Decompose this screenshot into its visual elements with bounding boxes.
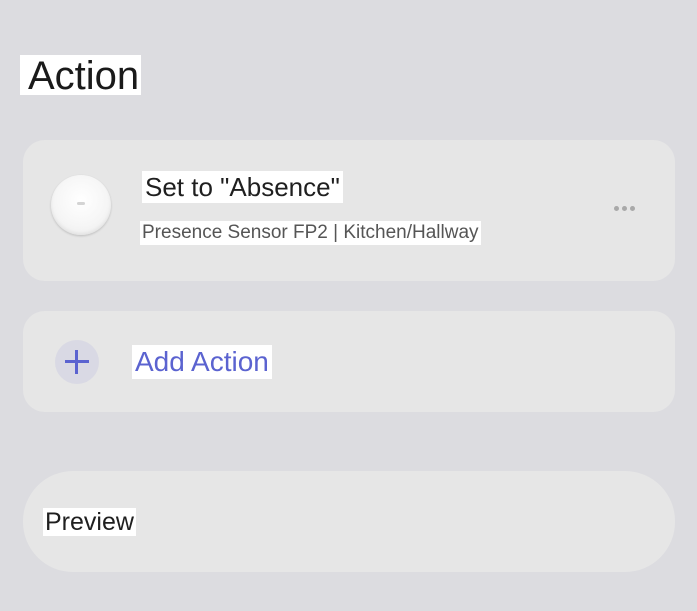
add-action-button[interactable]: Add Action [23, 311, 675, 412]
plus-icon [55, 340, 99, 384]
action-title: Set to "Absence" [142, 171, 343, 203]
presence-sensor-icon [51, 175, 111, 235]
preview-label: Preview [43, 508, 136, 536]
more-options-button[interactable] [606, 198, 642, 218]
action-device-subtitle: Presence Sensor FP2 | Kitchen/Hallway [140, 221, 481, 245]
sensor-indicator [77, 202, 85, 205]
preview-button[interactable]: Preview [23, 471, 675, 572]
more-dot-icon [629, 205, 635, 211]
section-title: Action [20, 55, 142, 97]
more-dot-icon [613, 205, 619, 211]
add-action-label: Add Action [132, 345, 272, 379]
action-card[interactable]: Set to "Absence" Presence Sensor FP2 | K… [23, 140, 675, 281]
plus-vertical-stroke [75, 350, 78, 374]
more-dot-icon [621, 205, 627, 211]
